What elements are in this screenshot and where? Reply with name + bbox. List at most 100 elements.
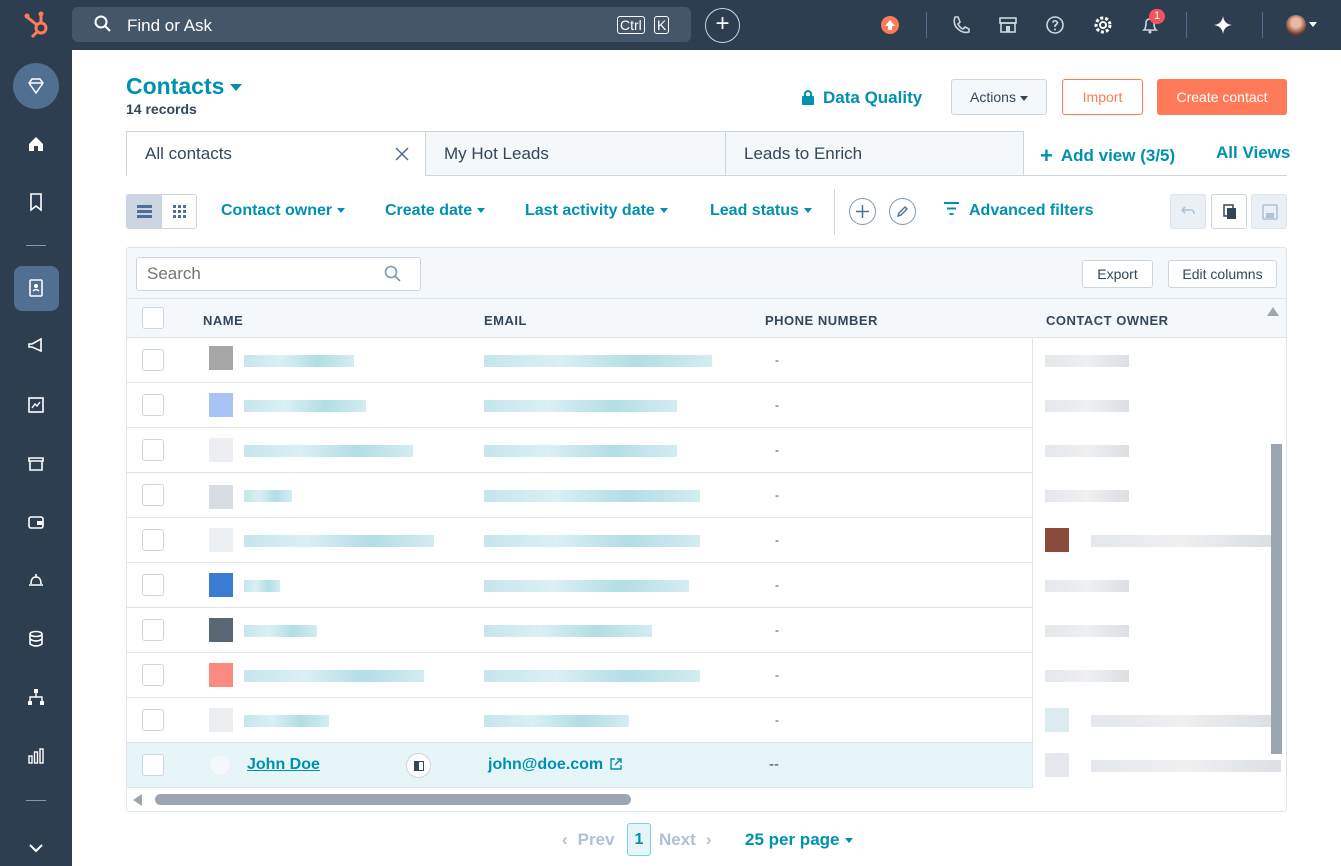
vertical-scrollbar[interactable] [1271, 444, 1282, 754]
phone-icon[interactable] [950, 14, 972, 36]
external-link-icon[interactable] [610, 758, 622, 770]
column-header-phone[interactable]: PHONE NUMBER [765, 313, 878, 328]
row-checkbox[interactable] [142, 709, 164, 731]
chevron-down-icon[interactable] [1309, 22, 1317, 27]
row-checkbox[interactable] [142, 349, 164, 371]
table-search-field[interactable] [136, 257, 421, 291]
prev-page-button[interactable]: ‹ Prev [562, 830, 615, 850]
search-icon [94, 15, 111, 32]
all-views-link[interactable]: All Views [1216, 143, 1290, 163]
row-checkbox[interactable] [142, 439, 164, 461]
row-checkbox[interactable] [142, 484, 164, 506]
marketplace-icon[interactable] [997, 14, 1019, 36]
user-avatar[interactable] [1286, 15, 1306, 35]
table-row[interactable]: - [127, 428, 1286, 473]
save-view-icon[interactable] [1251, 194, 1287, 229]
wallet-icon[interactable] [14, 500, 59, 545]
plus-icon: + [1040, 143, 1053, 168]
commerce-store-icon[interactable] [14, 441, 59, 486]
add-view-button[interactable]: + Add view (3/5) [1040, 143, 1175, 169]
column-header-email[interactable]: EMAIL [484, 313, 527, 328]
chevron-down-icon [1019, 95, 1028, 101]
horizontal-scrollbar[interactable] [127, 788, 1286, 811]
settings-gear-icon[interactable] [1092, 14, 1114, 36]
avatar [209, 438, 233, 462]
edit-pencil-icon[interactable] [889, 198, 916, 225]
table-row[interactable]: - [127, 653, 1286, 698]
redacted-phone: - [775, 578, 779, 592]
upgrade-icon[interactable] [879, 14, 901, 36]
table-row[interactable]: - [127, 518, 1286, 563]
column-header-name[interactable]: NAME [203, 313, 243, 328]
ai-sparkle-icon[interactable] [1212, 14, 1234, 36]
database-icon[interactable] [14, 617, 59, 662]
hubspot-logo-icon[interactable] [22, 10, 52, 40]
table-row[interactable]: - [127, 473, 1286, 518]
table-row[interactable]: - [127, 563, 1286, 608]
row-checkbox[interactable] [142, 754, 164, 776]
create-contact-button[interactable]: Create contact [1157, 79, 1287, 115]
sidebar-expand-chevron-icon[interactable] [28, 840, 44, 856]
quick-create-button[interactable]: + [705, 8, 740, 43]
filter-create-date[interactable]: Create date [385, 202, 486, 220]
global-search-bar[interactable]: Find or Ask Ctrl K [72, 7, 691, 42]
row-checkbox[interactable] [142, 394, 164, 416]
row-checkbox[interactable] [142, 619, 164, 641]
column-header-owner[interactable]: CONTACT OWNER [1046, 313, 1169, 328]
filter-lead-status[interactable]: Lead status [710, 202, 812, 220]
data-quality-link[interactable]: Data Quality [801, 88, 922, 108]
preview-panel-icon[interactable] [406, 753, 431, 778]
table-row[interactable]: - [127, 698, 1286, 743]
undo-icon[interactable] [1170, 194, 1206, 229]
next-page-button[interactable]: Next › [659, 830, 712, 850]
filter-contact-owner[interactable]: Contact owner [221, 202, 346, 220]
edit-columns-button[interactable]: Edit columns [1168, 260, 1277, 288]
board-view-icon[interactable] [162, 195, 196, 228]
select-all-checkbox[interactable] [142, 307, 164, 329]
table-row[interactable]: - [127, 383, 1286, 428]
contacts-icon[interactable] [14, 266, 59, 311]
advanced-filters-button[interactable]: Advanced filters [944, 202, 1093, 220]
current-page-number[interactable]: 1 [627, 823, 651, 856]
help-icon[interactable] [1044, 14, 1066, 36]
content-icon[interactable] [14, 383, 59, 428]
table-header: NAME EMAIL PHONE NUMBER CONTACT OWNER [127, 298, 1286, 338]
tab-all-contacts[interactable]: All contacts [126, 131, 426, 176]
tab-my-hot-leads[interactable]: My Hot Leads [425, 131, 726, 176]
export-button[interactable]: Export [1082, 260, 1153, 288]
close-icon[interactable] [395, 147, 409, 161]
bookmark-icon[interactable] [14, 180, 59, 225]
table-row[interactable]: - [127, 338, 1286, 383]
premium-diamond-icon[interactable] [13, 63, 59, 109]
owner-cell [1032, 338, 1286, 383]
row-checkbox[interactable] [142, 664, 164, 686]
list-view-icon[interactable] [127, 195, 162, 228]
contact-name-link[interactable]: John Doe [247, 756, 320, 774]
row-checkbox[interactable] [142, 574, 164, 596]
filter-last-activity-date[interactable]: Last activity date [525, 202, 668, 220]
actions-dropdown-button[interactable]: Actions [951, 79, 1047, 115]
table-search-input[interactable] [147, 263, 377, 285]
table-row[interactable]: John Doe john@doe.com -- [127, 743, 1286, 788]
add-filter-plus-icon[interactable] [849, 198, 876, 225]
table-row[interactable]: - [127, 608, 1286, 653]
reporting-bar-chart-icon[interactable] [14, 734, 59, 779]
contact-email-link[interactable]: john@doe.com [488, 756, 603, 774]
page-title[interactable]: Contacts [126, 73, 243, 100]
marketing-megaphone-icon[interactable] [14, 324, 59, 369]
scroll-up-arrow-icon[interactable] [1267, 307, 1279, 316]
avatar [209, 618, 233, 642]
scroll-left-arrow-icon[interactable] [133, 794, 142, 806]
row-checkbox[interactable] [142, 529, 164, 551]
per-page-dropdown[interactable]: 25 per page [745, 830, 853, 850]
avatar [209, 393, 233, 417]
owner-cell [1032, 428, 1286, 473]
tab-leads-to-enrich[interactable]: Leads to Enrich [725, 131, 1024, 176]
service-bell-icon[interactable] [14, 558, 59, 603]
horizontal-scrollbar-thumb[interactable] [155, 794, 631, 805]
import-button[interactable]: Import [1062, 79, 1143, 115]
contacts-table-panel: Export Edit columns NAME EMAIL PHONE NUM… [126, 247, 1287, 812]
home-icon[interactable] [14, 122, 59, 167]
clone-copy-icon[interactable] [1211, 194, 1247, 229]
automation-hierarchy-icon[interactable] [14, 675, 59, 720]
